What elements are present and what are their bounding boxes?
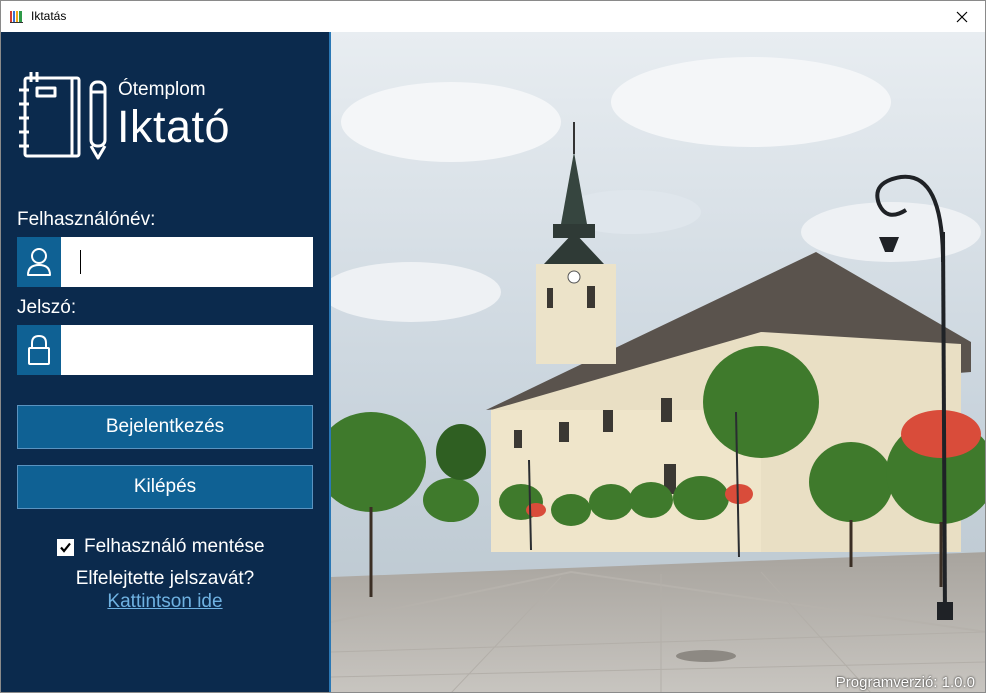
- program-version: Programverzió: 1.0.0: [835, 674, 975, 691]
- brand-subtitle: Ótemplom: [118, 79, 206, 100]
- exit-button[interactable]: Kilépés: [17, 465, 313, 509]
- close-icon: [956, 11, 968, 22]
- login-panel: Ótemplom Iktató Felhasználónév: Jelszó:: [1, 32, 329, 692]
- notebook-pencil-icon: [19, 72, 107, 160]
- forgot-password-link[interactable]: Kattintson ide: [1, 591, 329, 613]
- login-button[interactable]: Bejelentkezés: [17, 405, 313, 449]
- username-input[interactable]: [61, 237, 313, 287]
- church-photo: Programverzió: 1.0.0: [329, 32, 985, 692]
- remember-checkbox[interactable]: [57, 538, 74, 556]
- password-row: [17, 325, 313, 375]
- password-label: Jelszó:: [17, 297, 77, 318]
- remember-user-option[interactable]: Felhasználó mentése: [57, 536, 265, 558]
- window-title: Iktatás: [31, 9, 67, 23]
- username-label: Felhasználónév:: [17, 209, 156, 230]
- remember-label: Felhasználó mentése: [84, 536, 265, 557]
- brand-title: Iktató: [117, 101, 231, 152]
- lock-icon: [17, 325, 61, 375]
- text-caret: [80, 250, 81, 274]
- books-icon: [10, 11, 23, 23]
- login-window: Iktatás Ótemplom Iktató Felhasználónév:: [0, 0, 986, 693]
- forgot-password-text: Elfelejtette jelszavát?: [75, 568, 255, 589]
- title-bar: Iktatás: [1, 1, 985, 32]
- user-icon: [17, 237, 61, 287]
- church-photo-image: [331, 32, 985, 692]
- checkmark-icon: [60, 542, 71, 553]
- username-row: [17, 237, 313, 287]
- close-button[interactable]: [939, 1, 985, 32]
- password-input[interactable]: [61, 325, 313, 375]
